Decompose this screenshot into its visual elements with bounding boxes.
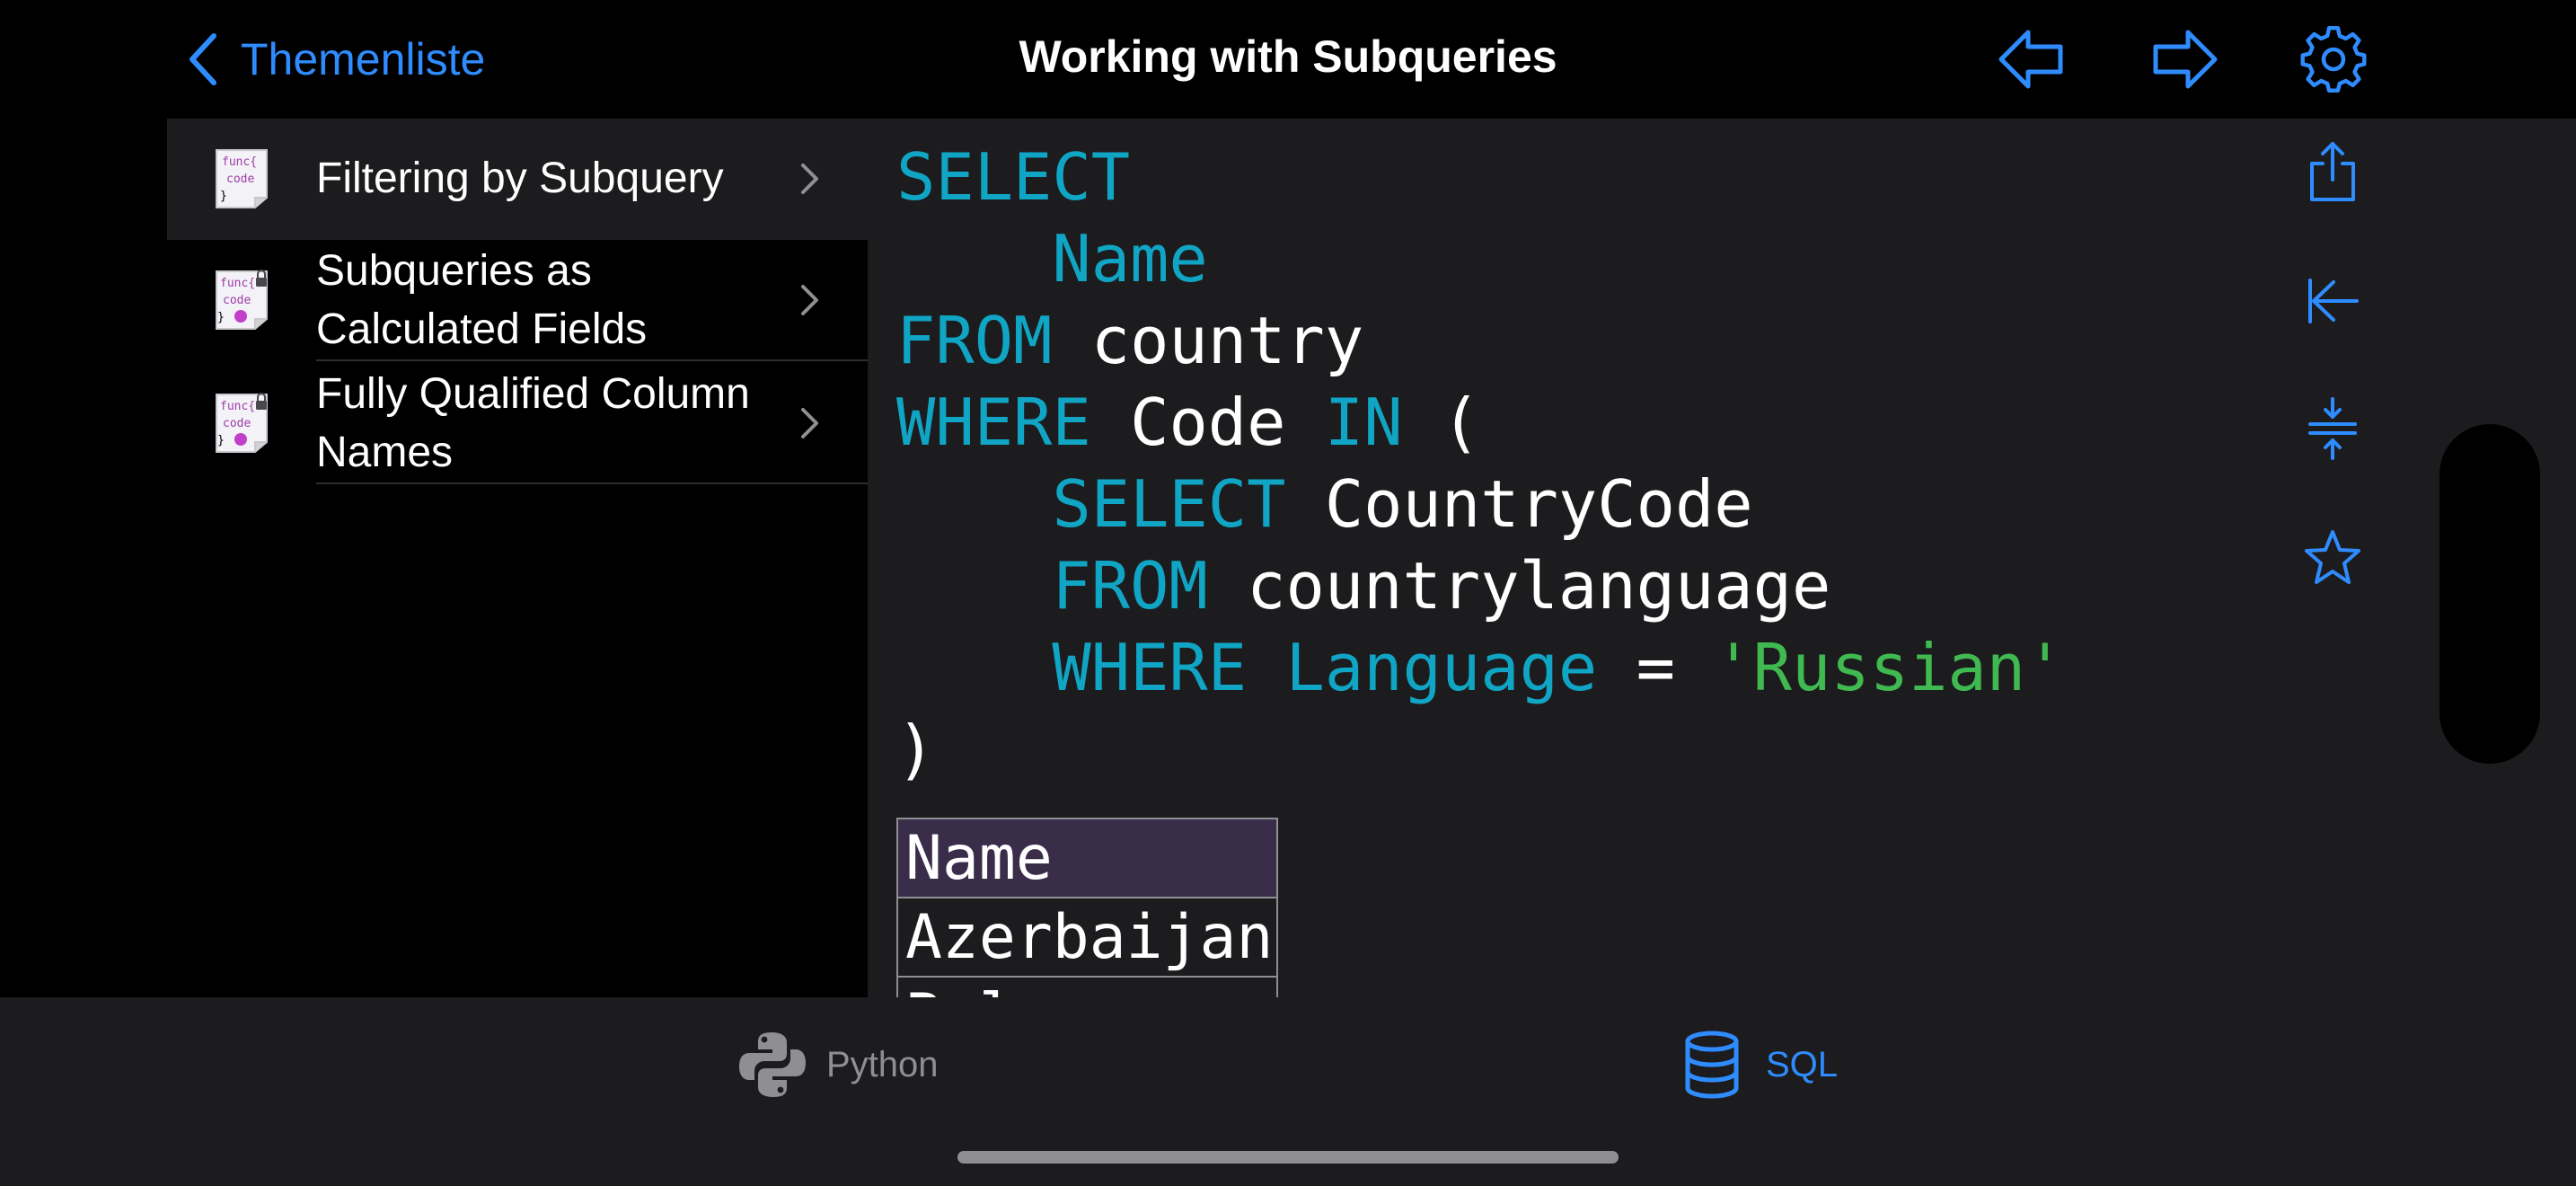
- topic-item-label: Fully Qualified Column: [316, 370, 750, 418]
- topic-item-label: Subqueries as: [316, 247, 592, 295]
- table-row: Azerbaijan: [895, 897, 1279, 978]
- doc-icon-text: }: [217, 434, 225, 447]
- sql-keyword: SELECT: [1052, 466, 1286, 542]
- sql-token: ): [896, 712, 936, 787]
- sql-keyword: FROM: [1052, 548, 1208, 624]
- back-button-label: Themenliste: [241, 34, 486, 84]
- chevron-right-icon: [801, 408, 818, 438]
- favorite-button[interactable]: [2301, 527, 2364, 589]
- sql-keyword: WHERE: [1052, 630, 1248, 705]
- previous-arrow-icon: [1998, 30, 2063, 89]
- chevron-right-icon: [801, 285, 818, 315]
- topic-item-filtering-by-subquery[interactable]: func{ code } Filtering by Subquery: [167, 119, 868, 240]
- row-divider: [316, 482, 868, 484]
- code-document-icon: func{ code }: [216, 149, 268, 208]
- chevron-right-icon: [801, 164, 818, 194]
- result-table: Name Azerbaijan Belarus: [895, 818, 1279, 997]
- topic-item-fully-qualified-column-names[interactable]: func{ code } Fully Qualified Column Name…: [167, 363, 868, 484]
- python-logo-icon: [739, 1032, 806, 1097]
- topic-item-label: Calculated Fields: [316, 305, 648, 353]
- sql-keyword: IN: [1324, 385, 1403, 460]
- sql-token: CountryCode: [1285, 466, 1753, 542]
- table-cell: Belarus: [895, 976, 1279, 997]
- sql-token: countrylanguage: [1207, 548, 1831, 624]
- star-icon: [2305, 530, 2360, 584]
- table-cell: Azerbaijan: [895, 897, 1279, 978]
- topic-item-label: Filtering by Subquery: [316, 155, 724, 202]
- code-document-locked-icon: func{ code }: [216, 270, 268, 330]
- doc-icon-text: func{: [222, 155, 257, 169]
- topic-list: func{ code } Filtering by Subquery func{…: [167, 119, 868, 997]
- sql-keyword: FROM: [896, 303, 1053, 378]
- sql-string: 'Russian': [1714, 630, 2065, 705]
- doc-icon-text: code: [223, 294, 251, 307]
- tab-label: Python: [826, 1044, 939, 1084]
- doc-icon-text: code: [223, 417, 251, 430]
- compress-button[interactable]: [2301, 397, 2364, 460]
- column-header-name: Name: [895, 818, 1279, 898]
- table-row: Belarus: [895, 976, 1279, 997]
- sql-keyword: Language: [1285, 630, 1598, 705]
- settings-button[interactable]: [2298, 25, 2369, 93]
- next-button[interactable]: [2148, 25, 2220, 93]
- chevron-left-icon: [190, 33, 216, 85]
- next-arrow-icon: [2153, 30, 2218, 89]
- code-document-locked-icon: func{ code }: [216, 393, 268, 453]
- home-indicator: [957, 1151, 1619, 1164]
- sql-token: =: [1597, 630, 1715, 705]
- back-button[interactable]: Themenliste: [185, 27, 485, 92]
- doc-icon-text: }: [217, 311, 225, 324]
- doc-icon-text: func{: [220, 277, 255, 290]
- database-icon: [1685, 1031, 1739, 1099]
- gear-icon: [2300, 25, 2367, 93]
- navigation-bar: Themenliste Working with Subqueries: [0, 0, 2576, 119]
- tab-label: SQL: [1766, 1044, 1839, 1084]
- sql-keyword: Name: [1052, 221, 1208, 296]
- sql-code-block[interactable]: SELECT Name FROM country WHERE Code IN (…: [896, 137, 2064, 791]
- sql-token: country: [1052, 303, 1364, 378]
- tab-sql[interactable]: SQL: [1676, 1024, 1838, 1105]
- topic-item-label: Names: [316, 429, 454, 476]
- sql-keyword: WHERE: [896, 385, 1091, 460]
- share-button[interactable]: [2301, 140, 2364, 203]
- scroll-handle[interactable]: [2439, 424, 2540, 764]
- row-divider: [316, 359, 868, 361]
- doc-icon-text: }: [220, 190, 227, 203]
- previous-button[interactable]: [1996, 25, 2068, 93]
- doc-icon-text: code: [226, 173, 254, 186]
- doc-icon-text: func{: [220, 400, 255, 413]
- table-header-row: Name: [895, 818, 1279, 898]
- topic-item-subqueries-as-calculated-fields[interactable]: func{ code } Subqueries as Calculated Fi…: [167, 240, 868, 361]
- sql-token: (: [1402, 385, 1481, 460]
- share-icon: [2310, 142, 2355, 201]
- sql-token: Code: [1090, 385, 1325, 460]
- collapse-left-icon: [2308, 279, 2359, 323]
- collapse-sidebar-button[interactable]: [2301, 270, 2364, 332]
- sql-keyword: SELECT: [896, 139, 1131, 215]
- compress-vertical-icon: [2308, 397, 2357, 460]
- tab-python[interactable]: Python: [737, 1024, 939, 1105]
